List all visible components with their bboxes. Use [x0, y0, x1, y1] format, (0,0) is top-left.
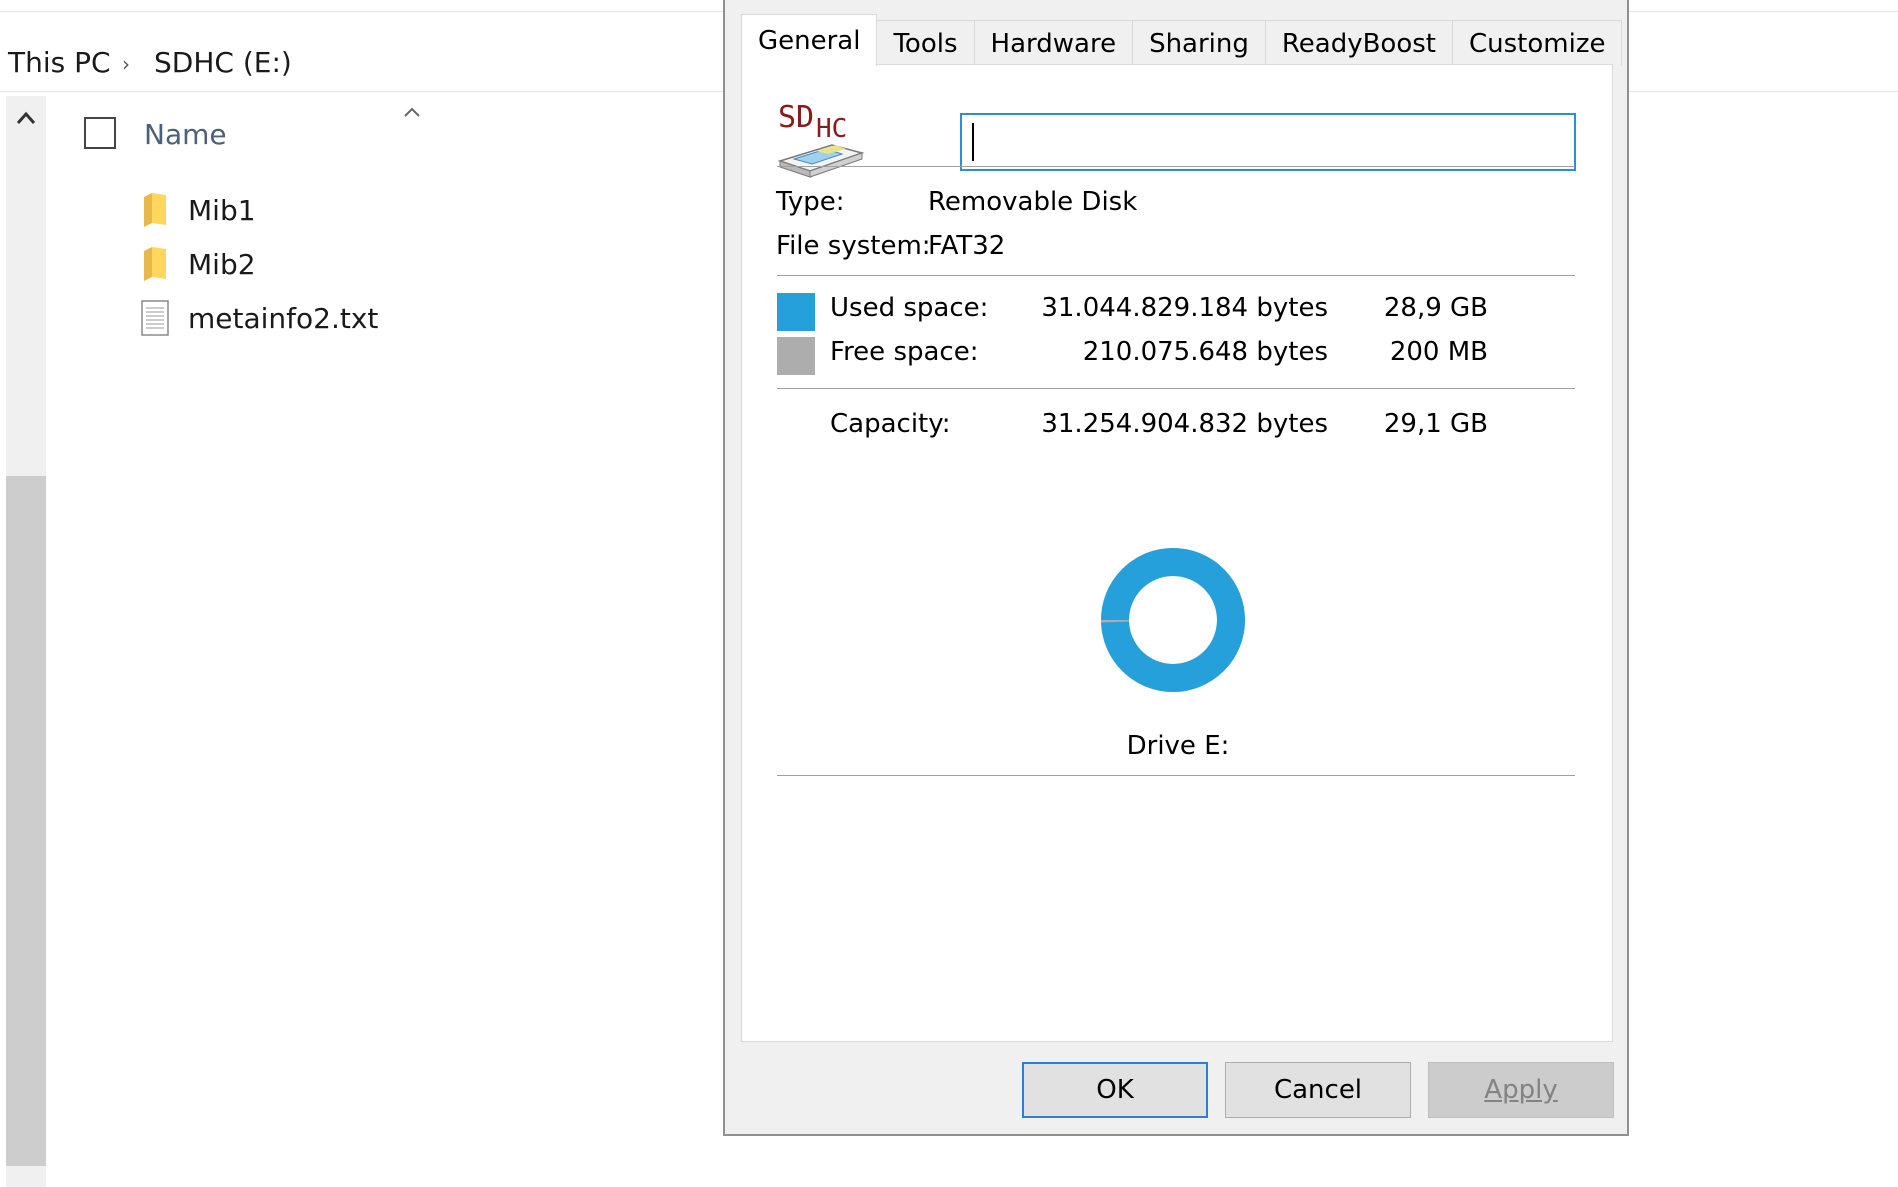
- properties-dialog: General Tools Hardware Sharing ReadyBoos…: [723, 0, 1629, 1136]
- type-value: Removable Disk: [928, 187, 1138, 217]
- general-tab-panel: SD HC Type: Removable Disk File system: …: [741, 64, 1613, 1042]
- list-item[interactable]: Mib1: [140, 186, 560, 234]
- cancel-button[interactable]: Cancel: [1225, 1062, 1411, 1118]
- file-system-label: File system:: [776, 231, 931, 261]
- file-system-value: FAT32: [928, 231, 1006, 261]
- capacity-size: 29,1 GB: [1383, 409, 1488, 439]
- sdhc-logo-hc: HC: [816, 114, 847, 144]
- tab-hardware[interactable]: Hardware: [973, 20, 1134, 66]
- free-space-size: 200 MB: [1389, 337, 1488, 367]
- used-space-swatch: [777, 293, 815, 331]
- apply-button-label: Apply: [1484, 1075, 1558, 1105]
- breadcrumb-this-pc[interactable]: This PC: [8, 46, 111, 79]
- used-space-label: Used space:: [830, 293, 989, 323]
- breadcrumb-drive[interactable]: SDHC (E:): [154, 46, 292, 79]
- folder-icon: [140, 192, 170, 228]
- tab-tools[interactable]: Tools: [876, 20, 975, 66]
- folder-icon: [140, 246, 170, 282]
- list-item[interactable]: metainfo2.txt: [140, 294, 560, 342]
- file-name: metainfo2.txt: [188, 301, 379, 335]
- file-name: Mib1: [188, 193, 256, 227]
- drive-caption: Drive E:: [1126, 731, 1230, 761]
- text-caret: [972, 123, 974, 161]
- tab-general[interactable]: General: [741, 14, 878, 66]
- tab-customize[interactable]: Customize: [1451, 20, 1623, 66]
- tab-strip: General Tools Hardware Sharing ReadyBoos…: [741, 14, 1623, 66]
- free-space-swatch: [777, 337, 815, 375]
- type-label: Type:: [776, 187, 845, 217]
- scroll-up-icon[interactable]: [6, 96, 46, 140]
- ok-button[interactable]: OK: [1022, 1062, 1208, 1118]
- separator: [777, 388, 1575, 389]
- column-header: Name: [84, 107, 444, 156]
- tab-readyboost[interactable]: ReadyBoost: [1264, 20, 1453, 66]
- separator: [777, 275, 1575, 276]
- scrollbar-thumb[interactable]: [6, 476, 46, 1166]
- sort-ascending-icon: [404, 107, 420, 117]
- free-space-bytes: 210.075.648 bytes: [1082, 337, 1328, 367]
- list-item[interactable]: Mib2: [140, 240, 560, 288]
- donut-used-arc: [1101, 548, 1245, 692]
- capacity-label: Capacity:: [830, 409, 951, 439]
- volume-label-input[interactable]: [960, 113, 1576, 171]
- sdhc-logo-sd: SD: [778, 100, 814, 135]
- capacity-bytes: 31.254.904.832 bytes: [1041, 409, 1328, 439]
- chevron-right-icon[interactable]: ›: [122, 52, 130, 76]
- select-all-checkbox[interactable]: [84, 117, 116, 149]
- file-name: Mib2: [188, 247, 256, 281]
- separator: [777, 775, 1575, 776]
- usage-donut-chart: [1101, 548, 1245, 692]
- free-space-label: Free space:: [830, 337, 979, 367]
- apply-button[interactable]: Apply: [1428, 1062, 1614, 1118]
- text-file-icon: [140, 300, 170, 336]
- tab-sharing[interactable]: Sharing: [1132, 20, 1266, 66]
- separator: [777, 166, 1575, 167]
- sd-card-drive-icon: SD HC: [777, 100, 865, 178]
- name-column-header[interactable]: Name: [144, 118, 227, 151]
- used-space-size: 28,9 GB: [1383, 293, 1488, 323]
- used-space-bytes: 31.044.829.184 bytes: [1041, 293, 1328, 323]
